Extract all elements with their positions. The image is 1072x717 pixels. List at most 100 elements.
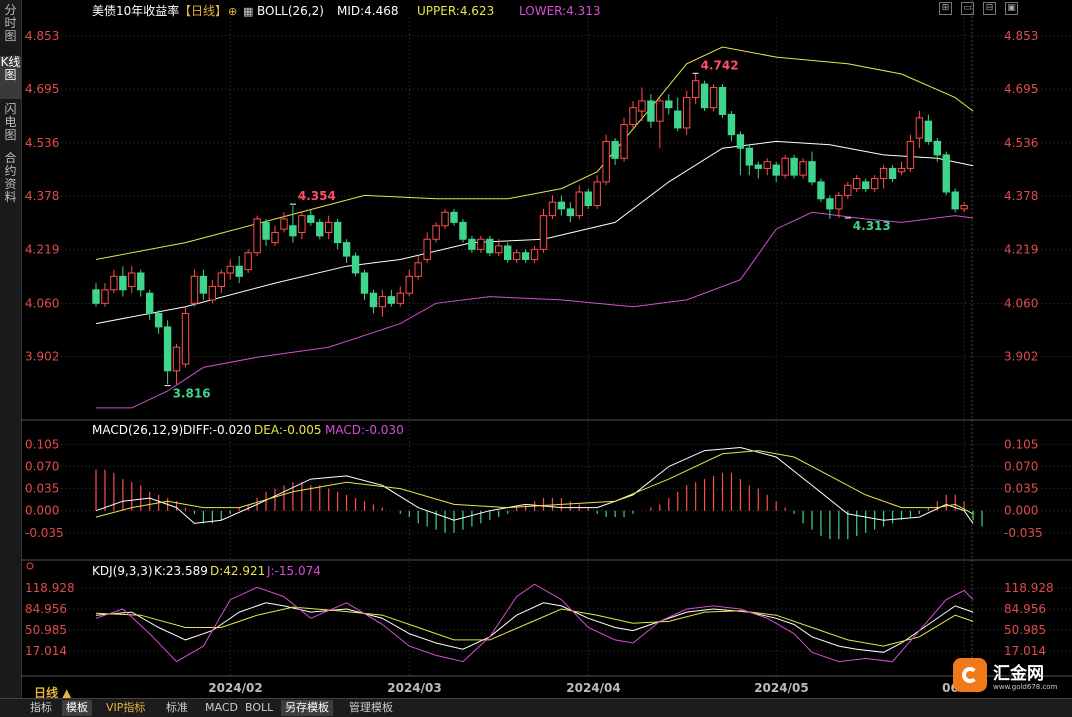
price-tick-right: 4.853	[1004, 29, 1038, 43]
price-tick-right: 4.695	[1004, 82, 1038, 96]
price-tick-left: 4.536	[25, 136, 59, 150]
candle-body	[477, 238, 485, 250]
price-tick-right: 4.060	[1004, 296, 1038, 310]
layout-icon[interactable]: ⊞	[939, 2, 952, 15]
candle-body	[835, 194, 843, 210]
tab-boll[interactable]: BOLL	[241, 700, 277, 716]
candle-body	[486, 238, 494, 254]
boll-upper-line	[95, 46, 974, 260]
x-tick-label: 2024/03	[387, 681, 441, 695]
candle-body	[504, 245, 512, 260]
macd-tick-right: 0.035	[1004, 482, 1038, 496]
candle-body	[244, 252, 252, 271]
candle-body	[960, 205, 968, 210]
kdj-tick-right: 84.956	[1004, 602, 1046, 616]
macd-tick-right: 0.105	[1004, 437, 1038, 451]
tab-standard[interactable]: 标准	[162, 700, 192, 716]
candle-body	[280, 218, 288, 230]
candle-body	[325, 221, 333, 233]
candle-body	[665, 100, 673, 109]
candle-body	[208, 285, 217, 301]
candle-body	[163, 326, 172, 372]
macd-title: MACD(26,12,9)	[92, 423, 183, 437]
candle-body	[432, 225, 440, 240]
extreme-label: 4.354	[298, 189, 336, 203]
candle-body	[378, 296, 387, 308]
candle-body	[539, 215, 548, 250]
maximize-icon[interactable]: ▣	[1005, 2, 1018, 15]
tab-macd[interactable]: MACD	[201, 700, 242, 716]
chart-area[interactable]: 4.853 4.853 4.695 4.695 4.536 4.536 4.378 4.378…	[21, 0, 1072, 698]
kdj-j-line	[95, 583, 974, 663]
window-icon[interactable]: ▭	[961, 2, 974, 15]
boll-upper-label: UPPER:4.623	[417, 4, 494, 18]
candle-body	[584, 191, 592, 207]
logo-url: www.gold678.com	[993, 683, 1058, 691]
candle-body	[495, 245, 503, 254]
kdj-tick-left: 17.014	[25, 644, 67, 658]
minimize-icon[interactable]: ⊟	[983, 2, 996, 15]
macd-value-label: MACD:-0.030	[325, 423, 404, 437]
candle-body	[521, 252, 530, 260]
brand-logo: 汇金网 www.gold678.com	[951, 656, 1069, 698]
candle-body	[199, 275, 208, 294]
kdj-k-label: K:23.589	[154, 564, 208, 578]
boll-mid-line	[95, 140, 974, 325]
candle-body	[602, 140, 610, 183]
candle-body	[342, 242, 351, 257]
candle-body	[137, 272, 145, 291]
candle-body	[727, 113, 736, 136]
candle-body	[226, 265, 234, 274]
macd-panel: 0.105 0.105 0.070 0.070 0.035 0.035 0.000 0.000…	[21, 437, 1072, 540]
tab-save-template[interactable]: 另存模板	[281, 700, 333, 716]
boll-lower-label: LOWER:4.313	[519, 4, 601, 18]
candle-body	[262, 221, 270, 240]
kdj-k-line	[95, 602, 974, 653]
candle-body	[235, 265, 243, 277]
tab-manage-template[interactable]: 管理模板	[345, 700, 397, 716]
macd-dea-label: DEA:-0.005	[254, 423, 322, 437]
candle-body	[316, 221, 324, 237]
candle-body	[718, 86, 727, 115]
candle-body	[951, 191, 959, 210]
chart-title: 美债10年收益率	[92, 3, 179, 18]
candle-body	[853, 178, 861, 190]
candle-body	[906, 140, 915, 169]
tab-template[interactable]: 模板	[62, 700, 92, 716]
candle-body	[154, 312, 163, 328]
candle-body	[754, 164, 762, 169]
tab-vip-indicator[interactable]: VIP指标	[102, 700, 149, 716]
candle-body	[826, 198, 834, 210]
candle-body	[387, 296, 396, 304]
candle-body	[298, 215, 306, 233]
sidebar-tab-timeshare[interactable]: 分时图	[0, 4, 21, 45]
candle-body	[915, 117, 924, 139]
sidebar-tab-kline[interactable]: K线图	[0, 56, 21, 99]
candle-body	[790, 157, 798, 176]
candle-body	[674, 110, 682, 129]
boll-lower-line	[96, 211, 974, 409]
candle-body	[181, 312, 190, 365]
candle-body	[870, 178, 879, 190]
period-tag: 【日线】	[179, 4, 227, 18]
candle-body	[745, 147, 754, 166]
macd-tick-right: 0.070	[1004, 459, 1038, 473]
macd-tick-left: 0.035	[25, 482, 59, 496]
settings-icon[interactable]: ⊕	[228, 5, 237, 18]
candle-body	[172, 346, 181, 372]
candle-body	[638, 100, 646, 112]
candle-body	[190, 275, 199, 304]
indicator-icon[interactable]: ▦	[243, 5, 253, 18]
candle-body	[683, 97, 691, 129]
kdj-title: KDJ(9,3,3)	[92, 564, 153, 578]
boll-mid-label: MID:4.468	[337, 4, 399, 18]
kdj-tick-right: 118.928	[1004, 581, 1054, 595]
tab-indicator[interactable]: 指标	[26, 700, 56, 716]
sidebar-tab-flash[interactable]: 闪电图	[0, 103, 21, 146]
price-tick-right: 4.378	[1004, 189, 1038, 203]
extreme-label: 4.742	[701, 58, 739, 72]
sidebar-tab-contract-info[interactable]: 合约资料	[0, 152, 21, 210]
candle-body	[271, 231, 279, 244]
kdj-tick-right: 50.985	[1004, 623, 1046, 637]
candle-body	[942, 154, 950, 193]
